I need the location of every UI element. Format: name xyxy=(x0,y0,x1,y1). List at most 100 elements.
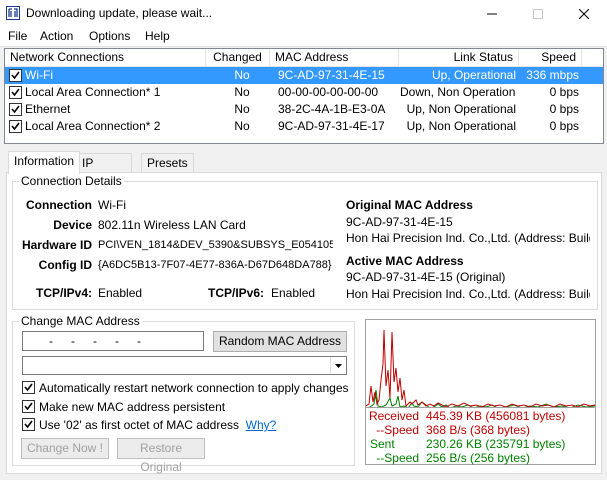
connection-mac: 00-00-00-00-00-00 xyxy=(278,85,379,99)
received-label: Received xyxy=(368,409,419,423)
list-header: Network Connections Changed MAC Address … xyxy=(5,49,603,67)
connection-details-title: Connection Details xyxy=(19,174,124,188)
menu-help[interactable]: Help xyxy=(145,29,170,43)
received-speed-label: --Speed xyxy=(376,423,419,437)
received-speed-row: --Speed 368 B/s (368 bytes) xyxy=(366,423,597,437)
change-mac-title: Change MAC Address xyxy=(19,314,142,328)
tab-information[interactable]: Information xyxy=(8,151,81,174)
app-icon xyxy=(6,6,20,20)
device-value: 802.11n Wireless LAN Card xyxy=(98,218,246,232)
device-label: Device xyxy=(53,218,92,232)
table-row[interactable]: Ethernet No 38-2C-4A-1B-E3-0A Up, Non Op… xyxy=(5,101,603,118)
sent-speed-label: --Speed xyxy=(376,451,419,465)
combo-arrow[interactable] xyxy=(330,357,346,374)
window-title: Downloading update, please wait... xyxy=(26,6,213,20)
random-mac-button-label: Random MAC Address xyxy=(218,334,342,348)
column-speed[interactable]: Speed xyxy=(519,49,582,67)
connection-speed: 0 bps xyxy=(549,85,579,99)
connection-status: Down, Non Operational xyxy=(400,85,516,99)
tcpipv4-label: TCP/IPv4: xyxy=(35,286,92,300)
why-link[interactable]: Why? xyxy=(246,418,277,432)
option-persistent[interactable]: Make new MAC address persistent xyxy=(22,399,342,415)
close-icon xyxy=(579,8,589,19)
connection-speed: 0 bps xyxy=(549,102,579,116)
random-mac-button[interactable]: Random MAC Address xyxy=(213,331,347,352)
connection-status: Up, Operational xyxy=(431,68,516,82)
use-02-checkbox[interactable] xyxy=(22,418,35,431)
auto-restart-checkbox[interactable] xyxy=(22,381,35,394)
connection-name: Ethernet xyxy=(25,102,71,116)
sent-speed-value: 256 B/s (256 bytes) xyxy=(426,451,531,465)
sent-value: 230.26 KB (235791 bytes) xyxy=(426,437,566,451)
row-checkbox[interactable] xyxy=(9,103,22,116)
option-auto-restart[interactable]: Automatically restart network connection… xyxy=(22,380,349,396)
tab-ip-address[interactable]: IP Address xyxy=(76,153,133,188)
minimize-button[interactable] xyxy=(469,0,515,27)
menu-action[interactable]: Action xyxy=(40,29,73,43)
vendor-combo[interactable] xyxy=(22,356,347,375)
column-network-connections[interactable]: Network Connections xyxy=(5,49,206,67)
traffic-graph xyxy=(365,319,596,409)
connection-status: Up, Non Operational xyxy=(406,102,516,116)
maximize-button[interactable] xyxy=(515,0,561,27)
chevron-down-icon xyxy=(335,363,342,368)
checkmark-icon xyxy=(11,105,20,114)
option-use-02[interactable]: Use '02' as first octet of MAC address W… xyxy=(22,417,342,433)
column-mac-address[interactable]: MAC Address xyxy=(270,49,399,67)
sent-speed-row: --Speed 256 B/s (256 bytes) xyxy=(366,451,597,465)
connection-speed: 0 bps xyxy=(549,119,579,133)
active-vendor-value: Hon Hai Precision Ind. Co.,Ltd. (Address… xyxy=(346,287,590,301)
change-now-button[interactable]: Change Now ! xyxy=(21,438,109,459)
connection-mac: 9C-AD-97-31-4E-15 xyxy=(278,68,385,82)
table-row[interactable]: Local Area Connection* 2 No 9C-AD-97-31-… xyxy=(5,118,603,135)
column-link-status[interactable]: Link Status xyxy=(399,49,519,67)
received-value: 445.39 KB (456081 bytes) xyxy=(426,409,566,423)
row-checkbox[interactable] xyxy=(9,69,22,82)
sent-line xyxy=(365,389,596,409)
row-checkbox[interactable] xyxy=(9,120,22,133)
hardware-id-value: PCI\VEN_1814&DEV_5390&SUBSYS_E054105E xyxy=(98,239,333,251)
restore-original-button[interactable]: Restore Original xyxy=(117,438,205,474)
sent-row: Sent 230.26 KB (235791 bytes) xyxy=(366,437,597,451)
traffic-stats: Received 445.39 KB (456081 bytes) --Spee… xyxy=(365,407,596,465)
close-button[interactable] xyxy=(561,0,607,27)
original-vendor-value: Hon Hai Precision Ind. Co.,Ltd. (Address… xyxy=(346,231,590,245)
checkmark-icon xyxy=(24,402,33,411)
received-row: Received 445.39 KB (456081 bytes) xyxy=(366,409,597,423)
mac-address-input[interactable]: - - - - - xyxy=(22,331,204,351)
original-mac-title: Original MAC Address xyxy=(346,198,473,212)
sent-label: Sent xyxy=(370,437,395,451)
tcpipv4-value: Enabled xyxy=(98,286,143,300)
maximize-icon xyxy=(533,8,543,19)
active-mac-title: Active MAC Address xyxy=(346,254,464,268)
use-02-text: Use '02' as first octet of MAC address xyxy=(39,418,239,432)
tcpipv6-label: TCP/IPv6: xyxy=(207,286,264,300)
connection-changed: No xyxy=(234,85,250,99)
connection-changed: No xyxy=(234,102,250,116)
checkmark-icon xyxy=(24,383,33,392)
use-02-label: Use '02' as first octet of MAC address W… xyxy=(39,418,276,432)
config-id-value: {A6DC5B13-7F07-4E77-836A-D67D648DA788} xyxy=(98,259,332,271)
connection-mac: 38-2C-4A-1B-E3-0A xyxy=(278,102,386,116)
menu-options[interactable]: Options xyxy=(89,29,130,43)
column-changed[interactable]: Changed xyxy=(206,49,270,67)
network-connections-list[interactable]: Network Connections Changed MAC Address … xyxy=(4,48,604,144)
checkmark-icon xyxy=(11,88,20,97)
tab-presets[interactable]: Presets xyxy=(141,153,194,173)
persistent-checkbox[interactable] xyxy=(22,400,35,413)
title-bar: Downloading update, please wait... xyxy=(0,0,607,27)
table-row[interactable]: Local Area Connection* 1 No 00-00-00-00-… xyxy=(5,84,603,101)
menu-file[interactable]: File xyxy=(8,29,27,43)
checkmark-icon xyxy=(11,122,20,131)
row-checkbox[interactable] xyxy=(9,86,22,99)
connection-status: Up, Non Operational xyxy=(406,119,516,133)
checkmark-icon xyxy=(11,71,20,80)
table-row[interactable]: Wi-Fi No 9C-AD-97-31-4E-15 Up, Operation… xyxy=(5,67,603,84)
checkmark-icon xyxy=(24,420,33,429)
minimize-icon xyxy=(487,13,497,14)
connection-mac: 9C-AD-97-31-4E-17 xyxy=(278,119,385,133)
restore-original-label: Restore Original xyxy=(139,441,183,474)
hardware-id-label: Hardware ID xyxy=(21,238,92,252)
connection-name: Local Area Connection* 1 xyxy=(25,85,161,99)
connection-changed: No xyxy=(234,119,250,133)
